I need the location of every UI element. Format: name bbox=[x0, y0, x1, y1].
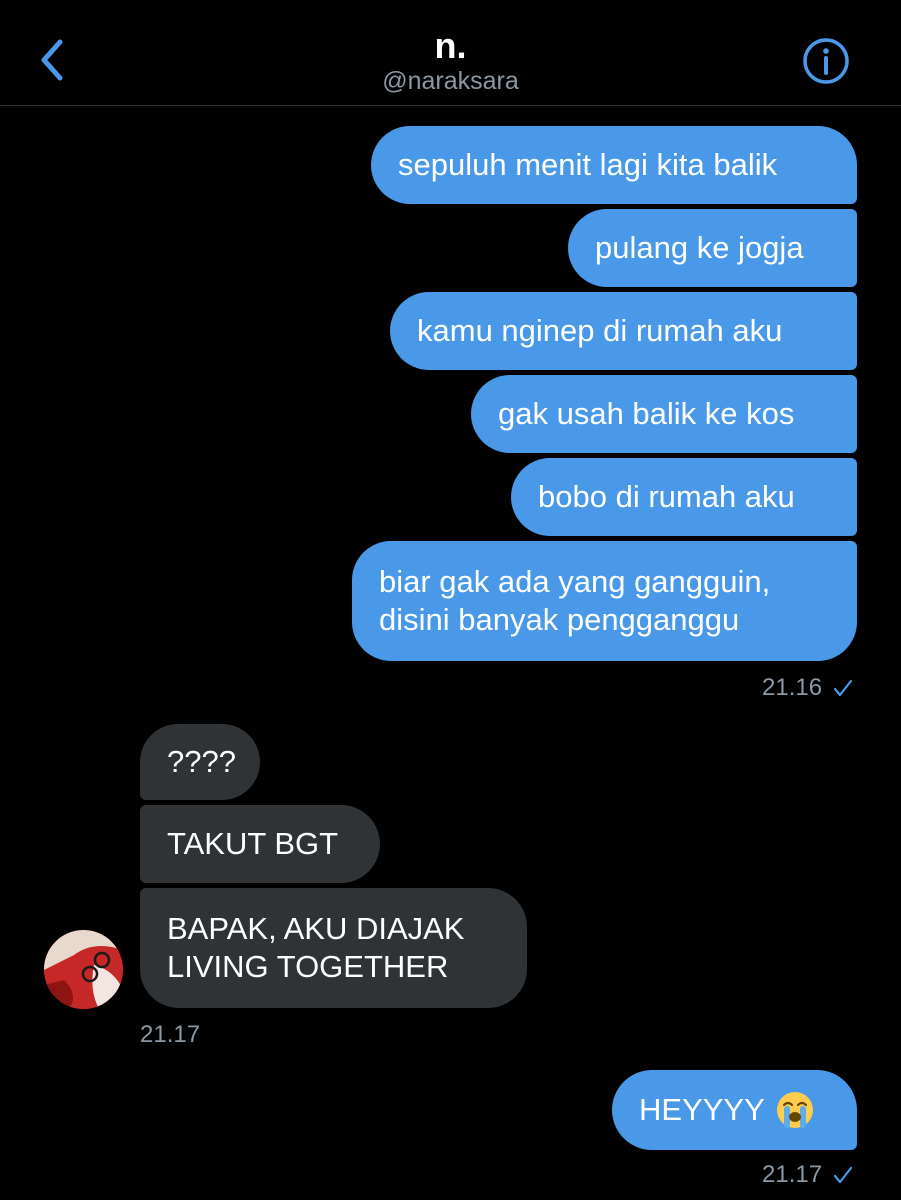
avatar[interactable] bbox=[44, 930, 123, 1009]
message-text: gak usah balik ke kos bbox=[498, 396, 795, 431]
sent-message[interactable]: pulang ke jogja bbox=[568, 209, 857, 287]
received-message[interactable]: BAPAK, AKU DIAJAK LIVING TOGETHER bbox=[140, 888, 527, 1008]
received-message[interactable]: ???? bbox=[140, 724, 260, 800]
info-circle-icon bbox=[803, 38, 849, 84]
sent-message[interactable]: bobo di rumah aku bbox=[511, 458, 857, 536]
message-text: ???? bbox=[167, 744, 236, 779]
info-button[interactable] bbox=[802, 37, 850, 85]
message-text: bobo di rumah aku bbox=[538, 479, 795, 514]
message-text: biar gak ada yang gangguin, disini banya… bbox=[379, 564, 771, 637]
message-text: sepuluh menit lagi kita balik bbox=[398, 147, 778, 182]
message-text: kamu nginep di rumah aku bbox=[417, 313, 783, 348]
received-message[interactable]: TAKUT BGT bbox=[140, 805, 380, 883]
sent-message[interactable]: biar gak ada yang gangguin, disini banya… bbox=[352, 541, 857, 661]
message-timestamp: 21.16 bbox=[762, 674, 823, 701]
sent-message[interactable]: gak usah balik ke kos bbox=[471, 375, 857, 453]
sent-message[interactable]: kamu nginep di rumah aku bbox=[390, 292, 857, 370]
checkmark-icon bbox=[833, 1166, 853, 1184]
message-text: HEYYYY bbox=[639, 1092, 765, 1127]
message-timestamp: 21.17 bbox=[762, 1161, 823, 1188]
message-text: pulang ke jogja bbox=[595, 230, 804, 265]
message-timestamp: 21.17 bbox=[140, 1021, 201, 1048]
message-text: TAKUT BGT bbox=[167, 826, 339, 861]
sent-message[interactable]: HEYYYY bbox=[612, 1070, 857, 1150]
conversation-handle[interactable]: @naraksara bbox=[0, 66, 901, 96]
message-text: BAPAK, AKU DIAJAK LIVING TOGETHER bbox=[167, 911, 465, 984]
loudly-crying-face-icon bbox=[776, 1092, 813, 1128]
conversation-title[interactable]: n. bbox=[0, 26, 901, 66]
checkmark-icon bbox=[833, 679, 853, 697]
conversation-header: n. @naraksara bbox=[0, 0, 901, 106]
sent-message[interactable]: sepuluh menit lagi kita balik bbox=[371, 126, 857, 204]
